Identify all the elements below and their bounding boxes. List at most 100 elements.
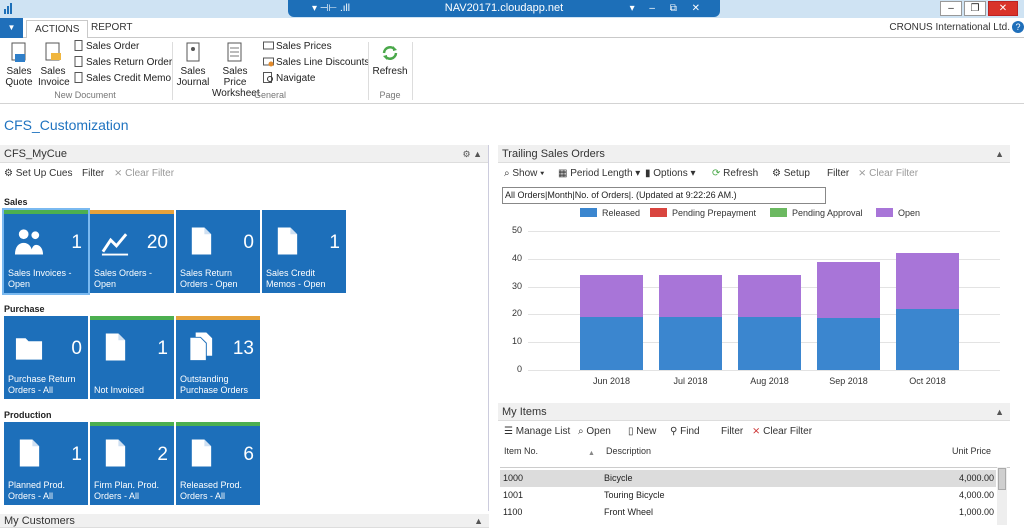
cue-tile[interactable]: 0 Sales Return Orders - Open — [176, 210, 260, 293]
bar-segment[interactable] — [580, 317, 643, 370]
help-icon[interactable]: ? — [1012, 21, 1024, 33]
cue-tile[interactable]: 20 Sales Orders - Open — [90, 210, 174, 293]
cue-panel-title: CFS_MyCue — [4, 148, 67, 160]
grid-line — [528, 370, 1000, 371]
sales-quote-button[interactable]: Sales Quote — [4, 42, 34, 88]
session-controls-left[interactable]: ▾ ⊣⊢ .ıll — [312, 0, 350, 17]
minimize-icon[interactable]: – — [940, 1, 962, 16]
legend-item[interactable]: Pending Prepayment — [650, 208, 756, 218]
cue-tile[interactable]: 1 Not Invoiced — [90, 316, 174, 399]
worksheet-icon — [227, 42, 242, 62]
session-controls-right[interactable]: ▾ – ⧉ ✕ — [630, 0, 706, 17]
document-icon — [19, 439, 40, 467]
tile-label: Sales Credit Memos - Open — [266, 268, 326, 289]
bar-segment[interactable] — [659, 317, 722, 370]
bar-segment[interactable] — [896, 253, 959, 309]
clear-filter-button[interactable]: ⨯ Clear Filter — [114, 165, 174, 183]
tile-label: Firm Plan. Prod. Orders - All — [94, 480, 160, 501]
table-row[interactable]: 1100 Front Wheel 1,000.00 — [500, 504, 996, 521]
cue-tile[interactable]: 0 Purchase Return Orders - All — [4, 316, 88, 399]
trailing-sales-title: Trailing Sales Orders — [502, 148, 605, 160]
legend-item[interactable]: Pending Approval — [770, 208, 863, 218]
options-button[interactable]: ▮ Options ▾ — [645, 165, 696, 183]
legend-swatch — [650, 208, 667, 217]
navigate-button[interactable]: Navigate — [263, 72, 315, 86]
table-row[interactable]: 1000 Bicycle 4,000.00 — [500, 470, 996, 487]
manage-list-button[interactable]: ☰ Manage List — [504, 423, 570, 441]
refresh-icon: ⟳ — [712, 168, 724, 179]
tile-value: 1 — [71, 232, 82, 253]
show-button[interactable]: ⌕ Show ▾ — [504, 165, 544, 183]
find-button[interactable]: ⚲ Find — [670, 423, 700, 441]
chart-refresh-button[interactable]: ⟳ Refresh — [712, 165, 758, 183]
period-length-button[interactable]: ▦ Period Length ▾ — [558, 165, 640, 183]
list-icon: ☰ — [504, 426, 516, 437]
sales-line-discounts-button[interactable]: Sales Line Discounts — [263, 56, 369, 70]
tile-label: Sales Orders - Open — [94, 268, 153, 289]
x-tick-label: Sep 2018 — [829, 376, 868, 386]
cue-tile[interactable]: 6 Released Prod. Orders - All — [176, 422, 260, 505]
sales-return-order-button[interactable]: Sales Return Order — [73, 56, 172, 70]
cell-description: Front Wheel — [604, 507, 654, 517]
legend-item[interactable]: Open — [876, 208, 920, 218]
items-toolbar: ☰ Manage List ⌕ Open ▯ New ⚲ Find Filter… — [498, 423, 1010, 441]
legend-item[interactable]: Released — [580, 208, 640, 218]
setup-cues-button[interactable]: ⚙ Set Up Cues — [4, 165, 72, 183]
discount-icon — [263, 57, 274, 67]
group-new-document: New Document — [54, 90, 116, 100]
bar-segment[interactable] — [817, 262, 880, 318]
binoculars-icon: ⚲ — [670, 426, 681, 437]
bar-segment[interactable] — [896, 309, 959, 370]
section-sales: Sales — [4, 197, 28, 207]
items-scrollbar[interactable] — [997, 467, 1007, 525]
collapse-icon[interactable]: ▲ — [995, 403, 1004, 421]
cue-tile[interactable]: 1 Sales Credit Memos - Open — [262, 210, 346, 293]
tab-actions[interactable]: ACTIONS — [26, 20, 89, 39]
bar-segment[interactable] — [738, 317, 801, 370]
col-item-no[interactable]: Item No. — [504, 446, 538, 456]
document-icon — [74, 72, 83, 83]
tab-report[interactable]: REPORT — [91, 21, 133, 35]
app-icon — [4, 3, 12, 14]
tile-label: Outstanding Purchase Orders — [180, 374, 249, 395]
sales-invoice-button[interactable]: Sales Invoice — [38, 42, 70, 88]
document-icon — [74, 56, 83, 67]
collapse-icon[interactable]: ▲ — [474, 514, 483, 528]
bar-segment[interactable] — [817, 317, 880, 370]
tile-value: 1 — [71, 444, 82, 465]
bar-segment[interactable] — [738, 275, 801, 317]
restore-icon[interactable]: ❐ — [964, 1, 986, 16]
filter-button[interactable]: Filter — [82, 165, 104, 183]
cue-tile[interactable]: 1 Sales Invoices - Open — [2, 208, 90, 295]
my-items-header: My Items ▲ — [498, 403, 1010, 421]
app-menu-button[interactable]: ▼ — [0, 18, 23, 38]
scrollbar-thumb[interactable] — [998, 468, 1006, 490]
sales-order-button[interactable]: Sales Order — [73, 40, 139, 54]
bar-segment[interactable] — [580, 275, 643, 317]
collapse-icon[interactable]: ▲ — [995, 145, 1004, 163]
col-unit-price[interactable]: Unit Price — [952, 446, 991, 456]
refresh-button[interactable]: Refresh — [372, 42, 408, 77]
items-filter-button[interactable]: Filter — [721, 423, 743, 441]
col-description[interactable]: Description — [606, 446, 651, 456]
panel-settings-icon[interactable]: ⚙ ▲ — [463, 145, 482, 163]
cue-tile[interactable]: 2 Firm Plan. Prod. Orders - All — [90, 422, 174, 505]
cue-tile[interactable]: 1 Planned Prod. Orders - All — [4, 422, 88, 505]
y-tick-label: 50 — [511, 225, 522, 235]
chart-filter-button[interactable]: Filter — [827, 165, 849, 183]
setup-button[interactable]: ⚙ Setup — [772, 165, 810, 183]
cue-tile[interactable]: 13 Outstanding Purchase Orders — [176, 316, 260, 399]
sales-prices-button[interactable]: Sales Prices — [263, 40, 332, 54]
items-clear-filter-button[interactable]: ⨯ Clear Filter — [752, 423, 812, 441]
tile-status-bar — [4, 210, 88, 214]
sales-credit-memo-button[interactable]: Sales Credit Memo — [73, 72, 171, 86]
open-button[interactable]: ⌕ Open — [578, 423, 611, 441]
clear-filter-icon: ⨯ — [114, 168, 126, 179]
table-row[interactable]: 1001 Touring Bicycle 4,000.00 — [500, 487, 996, 504]
close-icon[interactable]: ✕ — [988, 1, 1018, 16]
chart-clear-filter-button[interactable]: ⨯ Clear Filter — [858, 165, 918, 183]
tile-status-bar — [90, 210, 174, 214]
sales-journal-button[interactable]: Sales Journal — [176, 42, 210, 88]
new-button[interactable]: ▯ New — [628, 423, 656, 441]
bar-segment[interactable] — [659, 275, 722, 317]
